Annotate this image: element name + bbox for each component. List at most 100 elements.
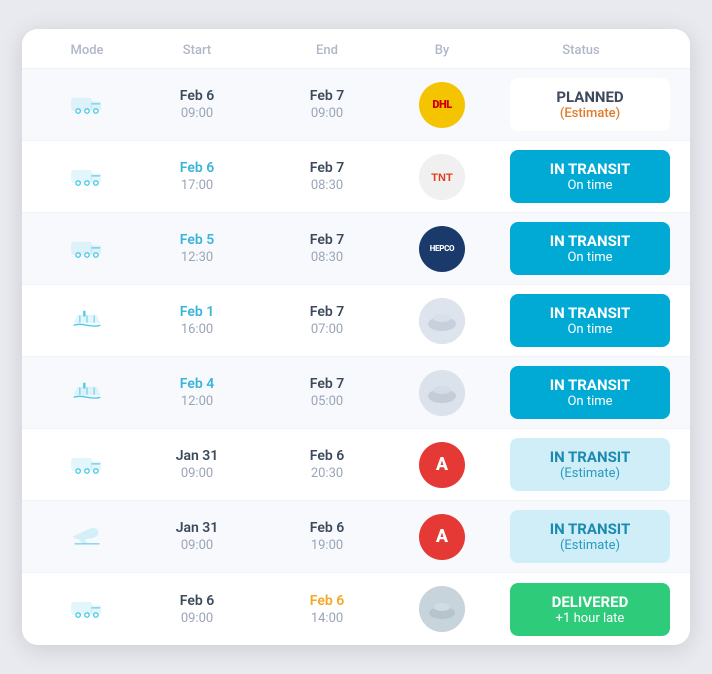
status-bottom: +1 hour late (526, 611, 654, 626)
end-date: Feb 6 (262, 520, 392, 536)
status-bottom: On time (526, 322, 654, 337)
carrier-avatar (419, 298, 465, 344)
table-row: Feb 1 16:00 Feb 7 07:00 IN TRANSIT On ti… (22, 285, 690, 357)
status-cell: IN TRANSIT On time (492, 150, 670, 203)
start-time: 09:00 (132, 611, 262, 626)
end-date-cell: Feb 7 05:00 (262, 376, 392, 409)
status-badge: IN TRANSIT (Estimate) (510, 438, 670, 491)
status-cell: IN TRANSIT On time (492, 366, 670, 419)
end-date: Feb 7 (262, 88, 392, 104)
start-date: Jan 31 (132, 520, 262, 536)
start-time: 12:30 (132, 250, 262, 265)
status-top: IN TRANSIT (526, 520, 654, 538)
start-date: Feb 5 (132, 232, 262, 248)
start-date-cell: Feb 6 09:00 (132, 88, 262, 121)
status-top: IN TRANSIT (526, 304, 654, 322)
mode-cell (42, 523, 132, 551)
mode-cell (42, 451, 132, 479)
carrier-cell: A (392, 442, 492, 488)
end-time: 07:00 (262, 322, 392, 337)
table-row: Feb 6 09:00 Feb 7 09:00 DHL PLANNED (Est… (22, 69, 690, 141)
mode-cell (42, 307, 132, 335)
truck-icon (71, 451, 103, 479)
status-bottom: On time (526, 394, 654, 409)
end-date-cell: Feb 7 08:30 (262, 160, 392, 193)
status-bottom: On time (526, 178, 654, 193)
header-end: End (262, 43, 392, 58)
start-date: Feb 6 (132, 160, 262, 176)
start-date-cell: Jan 31 09:00 (132, 448, 262, 481)
carrier-cell: A (392, 514, 492, 560)
svg-text:TNT: TNT (431, 172, 453, 184)
table-row: Jan 31 09:00 Feb 6 19:00 A IN TRANSIT (E… (22, 501, 690, 573)
status-cell: IN TRANSIT On time (492, 222, 670, 275)
carrier-cell (392, 298, 492, 344)
status-badge: IN TRANSIT (Estimate) (510, 510, 670, 563)
carrier-avatar: TNT (419, 154, 465, 200)
start-date: Feb 6 (132, 593, 262, 609)
table-row: Jan 31 09:00 Feb 6 20:30 A IN TRANSIT (E… (22, 429, 690, 501)
end-date-cell: Feb 6 14:00 (262, 593, 392, 626)
ship-icon (71, 379, 103, 407)
carrier-avatar: A (419, 514, 465, 560)
end-date-cell: Feb 6 19:00 (262, 520, 392, 553)
status-top: IN TRANSIT (526, 160, 654, 178)
end-date-cell: Feb 7 09:00 (262, 88, 392, 121)
status-top: IN TRANSIT (526, 376, 654, 394)
header-mode: Mode (42, 43, 132, 58)
start-date: Feb 6 (132, 88, 262, 104)
start-date-cell: Jan 31 09:00 (132, 520, 262, 553)
status-top: IN TRANSIT (526, 448, 654, 466)
status-badge: IN TRANSIT On time (510, 222, 670, 275)
truck-icon (71, 91, 103, 119)
end-date: Feb 6 (262, 448, 392, 464)
start-date-cell: Feb 5 12:30 (132, 232, 262, 265)
carrier-cell: HEPCO (392, 226, 492, 272)
status-cell: IN TRANSIT (Estimate) (492, 438, 670, 491)
shipment-table: Mode Start End By Status Feb 6 09:00 Feb… (22, 29, 690, 645)
truck-icon (71, 235, 103, 263)
start-time: 17:00 (132, 178, 262, 193)
start-date: Feb 4 (132, 376, 262, 392)
end-date: Feb 7 (262, 160, 392, 176)
mode-cell (42, 235, 132, 263)
end-date: Feb 7 (262, 304, 392, 320)
start-time: 12:00 (132, 394, 262, 409)
ship-icon (71, 307, 103, 335)
status-top: IN TRANSIT (526, 232, 654, 250)
status-cell: IN TRANSIT (Estimate) (492, 510, 670, 563)
end-date-cell: Feb 6 20:30 (262, 448, 392, 481)
status-badge: IN TRANSIT On time (510, 150, 670, 203)
truck-icon (71, 163, 103, 191)
start-date-cell: Feb 4 12:00 (132, 376, 262, 409)
end-time: 19:00 (262, 538, 392, 553)
table-body: Feb 6 09:00 Feb 7 09:00 DHL PLANNED (Est… (22, 69, 690, 645)
start-date-cell: Feb 6 17:00 (132, 160, 262, 193)
status-bottom: (Estimate) (526, 106, 654, 121)
end-date: Feb 6 (262, 593, 392, 609)
table-row: Feb 5 12:30 Feb 7 08:30 HEPCO IN TRANSIT… (22, 213, 690, 285)
start-date: Feb 1 (132, 304, 262, 320)
header-status: Status (492, 43, 670, 58)
table-row: Feb 4 12:00 Feb 7 05:00 IN TRANSIT On ti… (22, 357, 690, 429)
carrier-avatar: A (419, 442, 465, 488)
end-date-cell: Feb 7 08:30 (262, 232, 392, 265)
status-cell: IN TRANSIT On time (492, 294, 670, 347)
end-time: 08:30 (262, 250, 392, 265)
status-badge: PLANNED (Estimate) (510, 78, 670, 131)
status-bottom: On time (526, 250, 654, 265)
status-top: PLANNED (526, 88, 654, 106)
plane-icon (71, 523, 103, 551)
mode-cell (42, 595, 132, 623)
carrier-avatar: HEPCO (419, 226, 465, 272)
header-by: By (392, 43, 492, 58)
carrier-avatar (419, 370, 465, 416)
end-time: 20:30 (262, 466, 392, 481)
status-badge: IN TRANSIT On time (510, 366, 670, 419)
table-row: Feb 6 09:00 Feb 6 14:00 DELIVERED +1 hou… (22, 573, 690, 645)
end-date-cell: Feb 7 07:00 (262, 304, 392, 337)
carrier-cell (392, 370, 492, 416)
truck-icon (71, 595, 103, 623)
end-date: Feb 7 (262, 376, 392, 392)
carrier-cell: TNT (392, 154, 492, 200)
